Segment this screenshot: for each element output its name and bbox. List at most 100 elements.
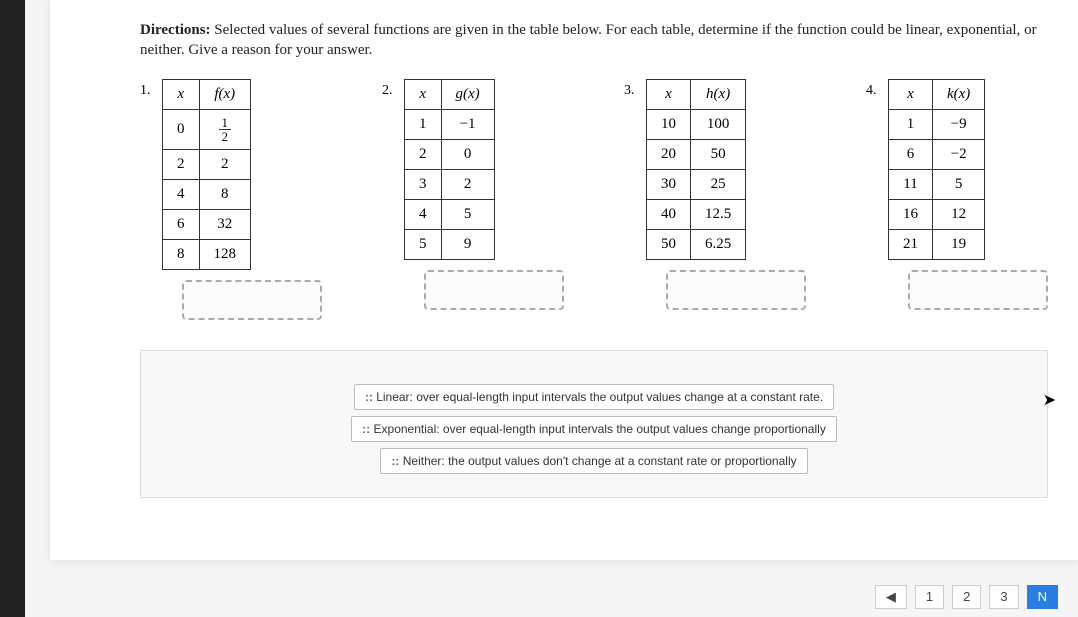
table-cell: 128	[199, 239, 251, 269]
table-cell: 6	[889, 139, 933, 169]
table-row: 32	[405, 169, 495, 199]
table-cell: 4	[163, 179, 200, 209]
table-cell: 20	[647, 139, 691, 169]
table-cell: −1	[441, 109, 494, 139]
table-cell: 21	[889, 229, 933, 259]
table-cell: 6.25	[691, 229, 746, 259]
table-cell: 19	[933, 229, 985, 259]
table-row: 45	[405, 199, 495, 229]
table-cell: 12	[199, 109, 251, 149]
table-cell: 2	[163, 149, 200, 179]
table-row: 6−2	[889, 139, 985, 169]
pager: ◀ 1 2 3 N	[875, 585, 1058, 609]
answer-dropzone[interactable]	[182, 280, 322, 320]
directions-body: Selected values of several functions are…	[140, 22, 1037, 58]
table-cell: 5	[933, 169, 985, 199]
col-header-x: x	[647, 79, 691, 109]
directions-label: Directions:	[140, 22, 211, 38]
table-cell: 50	[647, 229, 691, 259]
table-cell: 30	[647, 169, 691, 199]
table-row: 115	[889, 169, 985, 199]
worksheet-page: Directions: Selected values of several f…	[50, 0, 1078, 560]
answer-dropzone[interactable]	[908, 270, 1048, 310]
answer-bank: :: Linear: over equal-length input inter…	[140, 350, 1048, 498]
problem-number: 4.	[866, 79, 882, 99]
function-table: xf(x)01222486328128	[162, 79, 251, 270]
problem-number: 2.	[382, 79, 398, 99]
col-header-fn: g(x)	[441, 79, 494, 109]
table-cell: 0	[163, 109, 200, 149]
col-header-x: x	[889, 79, 933, 109]
table-cell: 1	[889, 109, 933, 139]
table-column: xk(x)1−96−211516122119	[888, 79, 1048, 310]
table-cell: 2	[199, 149, 251, 179]
table-column: xg(x)1−120324559	[404, 79, 564, 310]
table-column: xh(x)10100205030254012.5506.25	[646, 79, 806, 310]
pager-page-3[interactable]: 3	[989, 585, 1018, 609]
col-header-x: x	[405, 79, 442, 109]
answer-dropzone[interactable]	[424, 270, 564, 310]
table-group-3: 3.xh(x)10100205030254012.5506.25	[624, 79, 806, 320]
table-row: 2050	[647, 139, 746, 169]
table-row: 3025	[647, 169, 746, 199]
table-group-1: 1.xf(x)01222486328128	[140, 79, 322, 320]
table-cell: 10	[647, 109, 691, 139]
table-row: 8128	[163, 239, 251, 269]
answer-dropzone[interactable]	[666, 270, 806, 310]
pager-page-1[interactable]: 1	[915, 585, 944, 609]
table-cell: 5	[405, 229, 442, 259]
col-header-fn: f(x)	[199, 79, 251, 109]
function-table: xh(x)10100205030254012.5506.25	[646, 79, 746, 260]
table-cell: 8	[163, 239, 200, 269]
table-row: 1612	[889, 199, 985, 229]
cursor-icon: ➤	[1043, 390, 1056, 410]
table-group-2: 2.xg(x)1−120324559	[382, 79, 564, 320]
table-row: 20	[405, 139, 495, 169]
table-cell: 5	[441, 199, 494, 229]
table-cell: 4	[405, 199, 442, 229]
table-cell: 0	[441, 139, 494, 169]
answer-chip-exponential[interactable]: :: Exponential: over equal-length input …	[351, 416, 837, 442]
table-cell: −9	[933, 109, 985, 139]
table-row: 4012.5	[647, 199, 746, 229]
table-row: 1−1	[405, 109, 495, 139]
table-row: 1−9	[889, 109, 985, 139]
table-row: 22	[163, 149, 251, 179]
table-cell: 9	[441, 229, 494, 259]
table-row: 506.25	[647, 229, 746, 259]
table-cell: 1	[405, 109, 442, 139]
table-row: 2119	[889, 229, 985, 259]
table-cell: 3	[405, 169, 442, 199]
table-cell: 12	[933, 199, 985, 229]
table-row: 59	[405, 229, 495, 259]
table-row: 10100	[647, 109, 746, 139]
table-row: 632	[163, 209, 251, 239]
window-border-left	[0, 0, 25, 617]
table-cell: 6	[163, 209, 200, 239]
answer-chip-neither[interactable]: :: Neither: the output values don't chan…	[380, 448, 807, 474]
pager-next-button[interactable]: N	[1027, 585, 1058, 609]
function-table: xk(x)1−96−211516122119	[888, 79, 985, 260]
table-cell: −2	[933, 139, 985, 169]
table-group-4: 4.xk(x)1−96−211516122119	[866, 79, 1048, 320]
table-cell: 50	[691, 139, 746, 169]
table-cell: 2	[441, 169, 494, 199]
pager-page-2[interactable]: 2	[952, 585, 981, 609]
table-column: xf(x)01222486328128	[162, 79, 322, 320]
problem-number: 3.	[624, 79, 640, 99]
answer-chip-linear[interactable]: :: Linear: over equal-length input inter…	[354, 384, 834, 410]
table-cell: 25	[691, 169, 746, 199]
directions-text: Directions: Selected values of several f…	[140, 20, 1048, 61]
tables-row: 1.xf(x)012224863281282.xg(x)1−1203245593…	[140, 79, 1048, 320]
table-row: 48	[163, 179, 251, 209]
problem-number: 1.	[140, 79, 156, 99]
function-table: xg(x)1−120324559	[404, 79, 495, 260]
table-cell: 100	[691, 109, 746, 139]
col-header-fn: h(x)	[691, 79, 746, 109]
table-row: 012	[163, 109, 251, 149]
pager-prev-button[interactable]: ◀	[875, 585, 907, 609]
table-cell: 32	[199, 209, 251, 239]
table-cell: 8	[199, 179, 251, 209]
table-cell: 40	[647, 199, 691, 229]
table-cell: 12.5	[691, 199, 746, 229]
